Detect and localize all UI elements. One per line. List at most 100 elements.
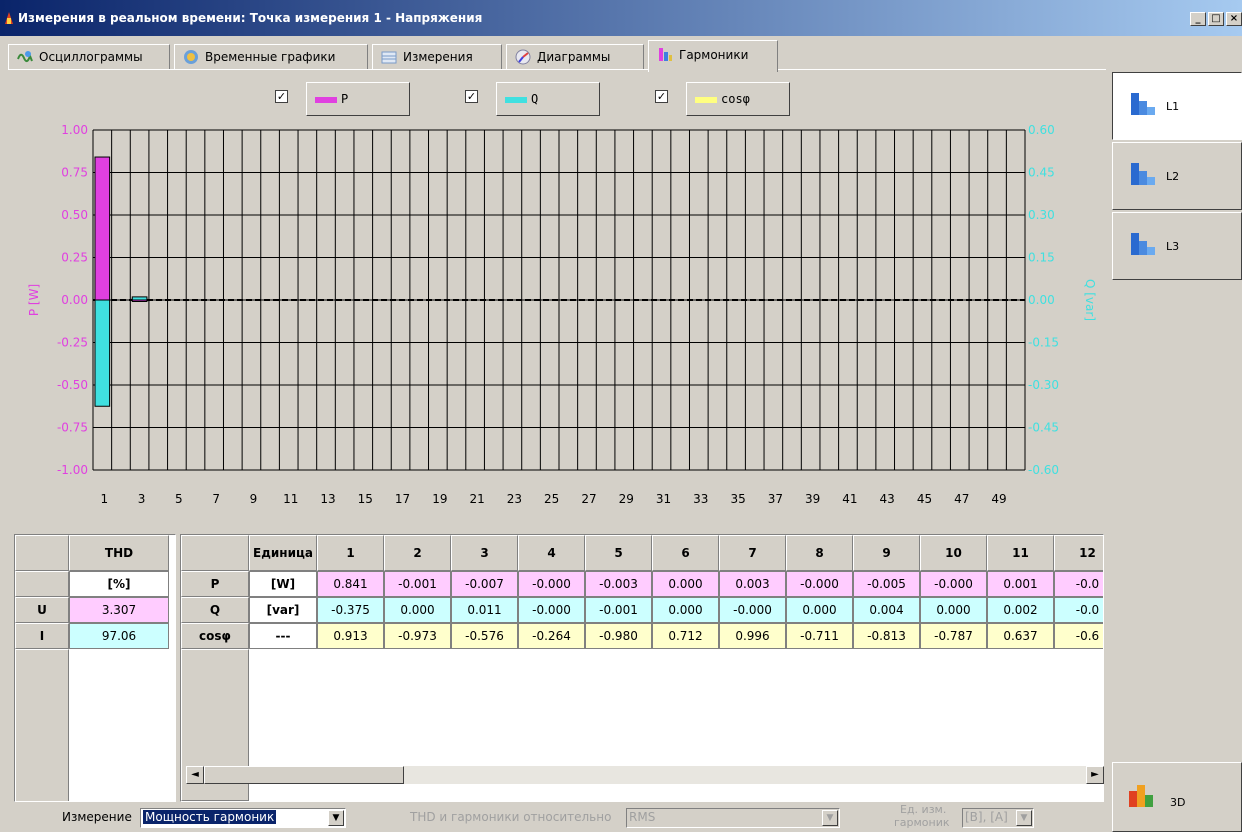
table-cell[interactable]: -0.000 <box>518 571 585 597</box>
table-cell[interactable]: -0.000 <box>518 597 585 623</box>
y-tick-label-left: -0.75 <box>57 421 88 435</box>
x-tick-label: 49 <box>991 492 1006 506</box>
maximize-button[interactable]: □ <box>1208 12 1224 26</box>
table-cell[interactable]: -0.375 <box>317 597 384 623</box>
table-cell[interactable]: -0.000 <box>786 571 853 597</box>
table-cell[interactable]: -0.0 <box>1054 571 1103 597</box>
thd-relative-select[interactable]: RMS ▼ <box>626 808 840 828</box>
x-tick-label: 5 <box>175 492 183 506</box>
phase-l3-button[interactable]: L3 <box>1112 212 1242 280</box>
harmonic-column-header[interactable]: 5 <box>585 535 652 571</box>
table-cell[interactable]: 0.637 <box>987 623 1054 649</box>
series-button-p[interactable]: P <box>306 82 410 116</box>
thd-value-i[interactable]: 97.06 <box>69 623 169 649</box>
table-cell[interactable]: -0.980 <box>585 623 652 649</box>
table-icon <box>381 51 397 64</box>
chevron-down-icon[interactable]: ▼ <box>822 810 838 826</box>
table-cell[interactable]: 0.913 <box>317 623 384 649</box>
table-cell[interactable]: -0.787 <box>920 623 987 649</box>
harmonic-column-header[interactable]: 4 <box>518 535 585 571</box>
tab-oscillograms[interactable]: Осциллограммы <box>8 44 170 70</box>
table-cell[interactable]: 0.712 <box>652 623 719 649</box>
table-cell[interactable]: -0.0 <box>1054 597 1103 623</box>
x-tick-label: 41 <box>842 492 857 506</box>
harmonic-column-header[interactable]: 6 <box>652 535 719 571</box>
harmonic-column-header[interactable]: 7 <box>719 535 786 571</box>
x-tick-label: 7 <box>212 492 220 506</box>
phase-label: L1 <box>1166 100 1180 113</box>
chevron-down-icon[interactable]: ▼ <box>328 810 344 826</box>
table-cell[interactable]: -0.001 <box>585 597 652 623</box>
table-cell[interactable]: -0.711 <box>786 623 853 649</box>
table-cell[interactable]: -0.000 <box>920 571 987 597</box>
scroll-right-button[interactable]: ► <box>1086 766 1104 784</box>
table-cell[interactable]: 0.000 <box>652 597 719 623</box>
table-cell[interactable]: 0.001 <box>987 571 1054 597</box>
harmonic-column-header[interactable]: 1 <box>317 535 384 571</box>
y-tick-label-left: 0.00 <box>61 293 88 307</box>
table-cell[interactable]: 0.000 <box>652 571 719 597</box>
table-cell[interactable]: -0.264 <box>518 623 585 649</box>
thd-row-label-i: I <box>15 623 69 649</box>
table-cell[interactable]: -0.007 <box>451 571 518 597</box>
series-button-q[interactable]: Q <box>496 82 600 116</box>
checkbox-p[interactable]: ✓ <box>275 90 288 103</box>
table-cell[interactable]: -0.576 <box>451 623 518 649</box>
table-cell[interactable]: 0.004 <box>853 597 920 623</box>
harmonic-column-header[interactable]: 3 <box>451 535 518 571</box>
harmonic-column-header[interactable]: 11 <box>987 535 1054 571</box>
series-button-cosphi[interactable]: cosφ <box>686 82 790 116</box>
table-cell[interactable]: 0.000 <box>384 597 451 623</box>
table-cell[interactable]: -0.000 <box>719 597 786 623</box>
table-cell[interactable]: -0.973 <box>384 623 451 649</box>
close-button[interactable]: × <box>1226 12 1242 26</box>
legend-cosphi: ✓ cosφ <box>650 82 790 116</box>
checkbox-q[interactable]: ✓ <box>465 90 478 103</box>
y-tick-label-left: -0.25 <box>57 336 88 350</box>
harmonic-column-header[interactable]: 2 <box>384 535 451 571</box>
tab-diagrams[interactable]: Диаграммы <box>506 44 644 70</box>
checkbox-cosphi[interactable]: ✓ <box>655 90 668 103</box>
measure-select[interactable]: Мощность гармоник ▼ <box>140 808 346 828</box>
minimize-button[interactable]: _ <box>1190 12 1206 26</box>
table-cell[interactable]: -0.001 <box>384 571 451 597</box>
harmonics-icon <box>659 48 672 61</box>
x-tick-label: 37 <box>768 492 783 506</box>
harmonic-column-header[interactable]: 10 <box>920 535 987 571</box>
harmonic-column-header[interactable]: 8 <box>786 535 853 571</box>
table-cell[interactable]: -0.005 <box>853 571 920 597</box>
table-cell[interactable]: 0.003 <box>719 571 786 597</box>
table-cell[interactable]: 0.002 <box>987 597 1054 623</box>
thd-value-u[interactable]: 3.307 <box>69 597 169 623</box>
harmonic-column-header[interactable]: 12 <box>1054 535 1103 571</box>
horizontal-scrollbar[interactable]: ◄ ► <box>186 766 1104 784</box>
table-cell[interactable]: -0.6 <box>1054 623 1103 649</box>
tab-label: Диаграммы <box>537 50 611 64</box>
tab-harmonics[interactable]: Гармоники <box>648 40 778 72</box>
unit-select[interactable]: [В], [А] ▼ <box>962 808 1034 828</box>
tab-time-graphs[interactable]: Временные графики <box>174 44 368 70</box>
unit-header: Единица <box>249 535 317 571</box>
x-tick-label: 15 <box>358 492 373 506</box>
y-axis-label-left: P [W] <box>27 284 41 316</box>
scroll-left-button[interactable]: ◄ <box>186 766 204 784</box>
table-cell[interactable]: -0.813 <box>853 623 920 649</box>
table-cell[interactable]: 0.000 <box>920 597 987 623</box>
table-cell[interactable]: 0.011 <box>451 597 518 623</box>
row-unit: --- <box>249 623 317 649</box>
thd-row-label-u: U <box>15 597 69 623</box>
phase-l1-button[interactable]: L1 <box>1112 72 1242 140</box>
measure-label: Измерение <box>62 810 132 824</box>
table-cell[interactable]: -0.003 <box>585 571 652 597</box>
swatch-cosphi <box>695 97 717 103</box>
y-tick-label-right: -0.60 <box>1028 463 1059 477</box>
chevron-down-icon[interactable]: ▼ <box>1016 810 1032 826</box>
phase-l2-button[interactable]: L2 <box>1112 142 1242 210</box>
table-cell[interactable]: 0.841 <box>317 571 384 597</box>
3d-view-button[interactable]: 3D <box>1112 762 1242 832</box>
table-cell[interactable]: 0.000 <box>786 597 853 623</box>
scroll-thumb[interactable] <box>204 766 404 784</box>
table-cell[interactable]: 0.996 <box>719 623 786 649</box>
harmonic-column-header[interactable]: 9 <box>853 535 920 571</box>
tab-measurements[interactable]: Измерения <box>372 44 502 70</box>
